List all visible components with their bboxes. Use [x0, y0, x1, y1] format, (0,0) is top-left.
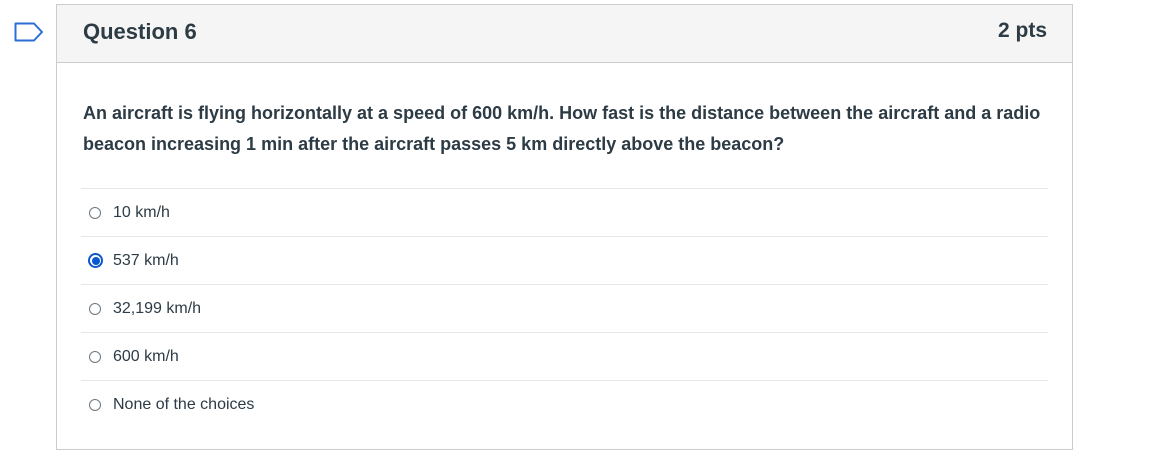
question-text: An aircraft is flying horizontally at a …: [83, 103, 1041, 154]
radio-button[interactable]: [89, 350, 101, 363]
radio-button-selected[interactable]: [88, 253, 103, 268]
flag-question-icon[interactable]: [14, 22, 44, 42]
radio-button[interactable]: [89, 206, 101, 219]
answer-option[interactable]: 600 km/h: [81, 332, 1048, 380]
radio-button[interactable]: [89, 398, 101, 411]
question-header: Question 6 2 pts: [57, 5, 1072, 63]
question-card: Question 6 2 pts An aircraft is flying h…: [56, 4, 1073, 450]
answer-option[interactable]: 32,199 km/h: [81, 284, 1048, 332]
answer-label: None of the choices: [113, 395, 255, 413]
question-points: 2 pts: [997, 19, 1047, 42]
radio-button[interactable]: [89, 302, 101, 315]
answer-option[interactable]: 10 km/h: [81, 188, 1048, 236]
answer-option[interactable]: 537 km/h: [81, 236, 1048, 284]
answer-label: 10 km/h: [113, 203, 170, 221]
answer-option[interactable]: None of the choices: [81, 380, 1048, 428]
answer-label: 537 km/h: [113, 251, 179, 269]
question-title: Question 6: [83, 19, 197, 44]
answer-list: 10 km/h 537 km/h 32,199 km/h 600 km/h No…: [81, 188, 1048, 428]
answer-label: 600 km/h: [113, 347, 179, 365]
answer-label: 32,199 km/h: [113, 299, 202, 317]
